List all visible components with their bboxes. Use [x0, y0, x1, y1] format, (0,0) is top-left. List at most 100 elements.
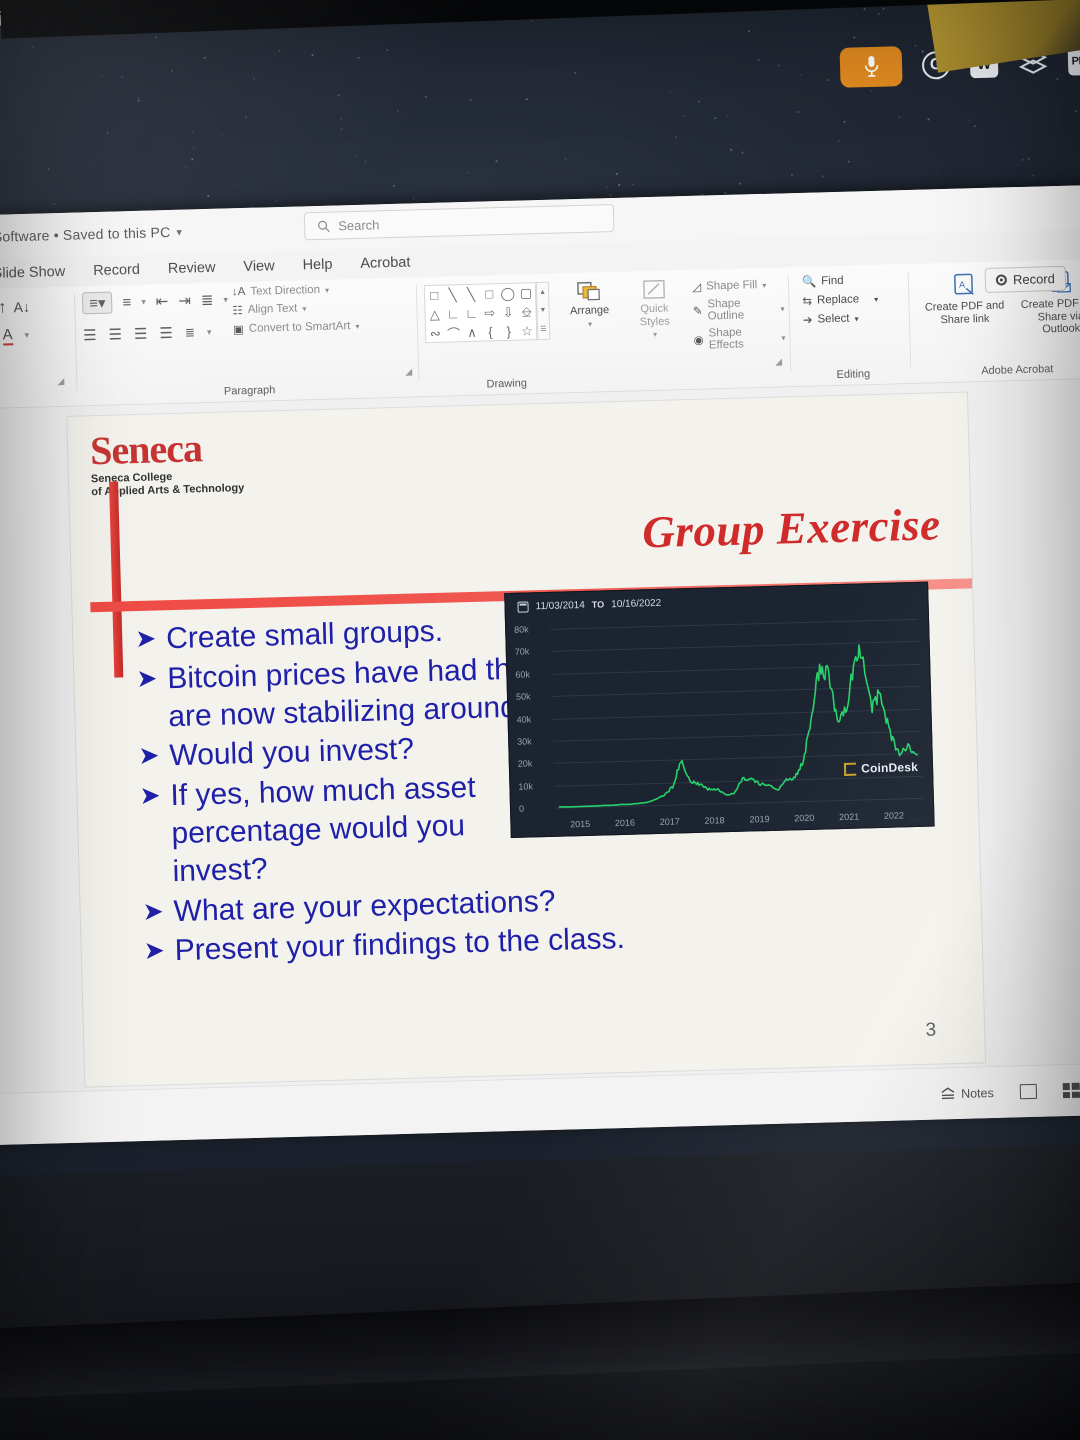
columns-button[interactable]: ≣ [185, 325, 195, 339]
record-dot-icon [996, 274, 1007, 285]
justify-button[interactable]: ☰ [159, 324, 173, 342]
ribbon-search-box[interactable]: Search [304, 204, 615, 240]
scribble-shape[interactable]: ∾ [430, 325, 441, 341]
align-right-button[interactable]: ☰ [134, 325, 148, 343]
bitcoin-price-chart[interactable]: 11/03/2014 TO 10/16/2022 0 10k 20k 30k 40k 50… [504, 582, 934, 838]
line-shape[interactable]: ╲ [449, 287, 457, 303]
ribbon-search-placeholder: Search [338, 217, 380, 233]
font-dialog-launcher[interactable]: ◢ [57, 376, 64, 387]
convert-to-smartart-button[interactable]: ▣ Convert to SmartArt ▾ [233, 319, 360, 336]
shape-effects-button[interactable]: ◉ Shape Effects ▾ [693, 325, 785, 351]
down-arrow-shape[interactable]: ⇩ [503, 304, 514, 320]
record-button[interactable]: Record [985, 266, 1067, 293]
chevron-down-icon[interactable]: ▾ [355, 321, 359, 330]
chevron-down-icon[interactable]: ▾ [588, 319, 592, 328]
calendar-icon [517, 601, 528, 612]
arrow-line-shape[interactable]: ╲ [467, 286, 475, 302]
chevron-down-icon[interactable]: ▾ [207, 326, 212, 337]
chevron-down-icon[interactable]: ▾ [302, 304, 306, 313]
slide-editing-canvas[interactable]: Seneca Seneca College of Applied Arts & … [0, 378, 1080, 1095]
shapes-gallery[interactable]: □ ╲ ╲ □ ◯ ▢ △ ∟ ∟ ⇨ ⇩ ⎒ ∾ ⌒ ∧ {} ☆ [424, 282, 538, 343]
arc-shape[interactable]: ∧ [467, 324, 477, 340]
rectangle-shape[interactable]: □ [485, 286, 493, 301]
shape-outline-button[interactable]: ✎ Shape Outline ▾ [693, 296, 785, 322]
chevron-down-icon[interactable]: ▾ [24, 330, 29, 341]
replace-button[interactable]: ⇆ Replace ▾ [802, 292, 878, 308]
replace-label: Replace [817, 293, 860, 306]
ribbon-group-font: 28 ▾ A↑ A↓ Aa ▾ ✎ ▾ A ▾ ◢ [0, 291, 73, 407]
scroll-down-icon[interactable]: ▼ [539, 307, 546, 314]
chevron-down-icon[interactable]: ▾ [762, 280, 766, 289]
align-text-button[interactable]: ☷ Align Text ▾ [232, 300, 359, 317]
align-text-icon: ☷ [232, 303, 243, 317]
chevron-down-icon[interactable]: ▾ [176, 225, 182, 238]
coindesk-label: CoinDesk [861, 760, 918, 776]
slide-number: 3 [925, 1020, 936, 1042]
microphone-record-button[interactable] [840, 46, 903, 88]
oval-shape[interactable]: ◯ [500, 285, 515, 301]
normal-view-button[interactable] [1020, 1084, 1037, 1099]
decrease-font-size-button[interactable]: A↓ [13, 299, 30, 315]
chart-footnote: ……… [908, 816, 923, 822]
elbow-arrow-shape[interactable]: ∟ [465, 306, 478, 321]
tab-acrobat[interactable]: Acrobat [360, 254, 410, 271]
search-icon [317, 219, 330, 232]
text-box-shape[interactable]: □ [430, 288, 438, 303]
elbow-connector-shape[interactable]: ∟ [447, 306, 460, 321]
notes-button[interactable]: Notes [940, 1086, 994, 1101]
align-left-button[interactable]: ☰ [83, 326, 97, 344]
numbering-button[interactable]: ≡ [122, 294, 131, 311]
chart-x-tick-label: 2022 [884, 810, 904, 821]
text-direction-button[interactable]: ↓A Text Direction ▾ [232, 283, 359, 298]
tab-record[interactable]: Record [93, 262, 140, 279]
chevron-down-icon[interactable]: ▾ [854, 314, 858, 323]
star-shape[interactable]: ☆ [521, 323, 533, 339]
chevron-down-icon[interactable]: ▾ [325, 285, 329, 294]
chevron-down-icon[interactable]: ▾ [874, 294, 878, 303]
bullets-button[interactable]: ≡▾ [82, 292, 113, 315]
font-color-button[interactable]: A [2, 326, 13, 345]
cursor-icon: ➔ [803, 313, 813, 327]
find-button[interactable]: 🔍 Find [802, 273, 878, 289]
align-text-label: Align Text [248, 303, 298, 316]
quick-styles-button[interactable]: Quick Styles ▾ [623, 278, 685, 340]
right-brace-shape[interactable]: } [506, 324, 511, 339]
paragraph-dialog-launcher[interactable]: ◢ [405, 366, 412, 377]
chevron-down-icon[interactable]: ▾ [141, 296, 146, 307]
drawing-dialog-launcher[interactable]: ◢ [775, 356, 782, 367]
increase-font-size-button[interactable]: A↑ [0, 297, 7, 318]
notes-label: Notes [961, 1086, 994, 1101]
chevron-down-icon[interactable]: ▾ [781, 333, 785, 342]
triangle-shape[interactable]: △ [430, 306, 440, 322]
slide-title[interactable]: Group Exercise [642, 498, 942, 558]
tab-view[interactable]: View [243, 258, 275, 275]
group-separator [788, 275, 792, 371]
right-arrow-shape[interactable]: ⇨ [484, 305, 495, 321]
slide[interactable]: Seneca Seneca College of Applied Arts & … [67, 392, 985, 1086]
decrease-indent-button[interactable]: ⇤ [156, 292, 169, 310]
shape-fill-button[interactable]: ◿ Shape Fill ▾ [692, 277, 784, 293]
flowchart-shape[interactable]: ⎒ [521, 304, 532, 320]
tab-help[interactable]: Help [302, 257, 332, 274]
align-center-button[interactable]: ☰ [108, 325, 122, 343]
left-brace-shape[interactable]: { [488, 324, 493, 339]
scroll-up-icon[interactable]: ▲ [539, 288, 546, 295]
chevron-down-icon[interactable]: ▾ [653, 330, 657, 339]
list-item[interactable]: ➤ If yes, how much asset percentage woul… [139, 768, 502, 891]
slide-sorter-view-button[interactable] [1062, 1083, 1079, 1098]
tab-review[interactable]: Review [168, 260, 216, 277]
arrange-button[interactable]: Arrange ▾ [558, 280, 620, 329]
slide-sorter-icon [1062, 1083, 1079, 1098]
increase-indent-button[interactable]: ⇥ [178, 291, 191, 309]
tab-slide-show[interactable]: Slide Show [0, 264, 65, 282]
line-spacing-button[interactable]: ≣ [201, 291, 214, 309]
chevron-down-icon[interactable]: ▾ [223, 294, 228, 305]
select-button[interactable]: ➔ Select ▾ [803, 311, 879, 327]
ribbon-group-paragraph: ≡▾ ≡ ▾ ⇤ ⇥ ≣ ▾ ☰ ☰ ☰ ☰ ≣ ▾ ↓A Text Direc… [82, 281, 415, 402]
rounded-rect-shape[interactable]: ▢ [520, 285, 533, 301]
chevron-down-icon[interactable]: ▾ [780, 304, 784, 313]
gallery-more-icon[interactable]: ☰ [540, 325, 546, 333]
curve-shape[interactable]: ⌒ [447, 323, 461, 342]
shapes-gallery-scroll[interactable]: ▲ ▼ ☰ [536, 282, 550, 340]
seneca-logo-wordmark: Seneca [90, 428, 244, 470]
